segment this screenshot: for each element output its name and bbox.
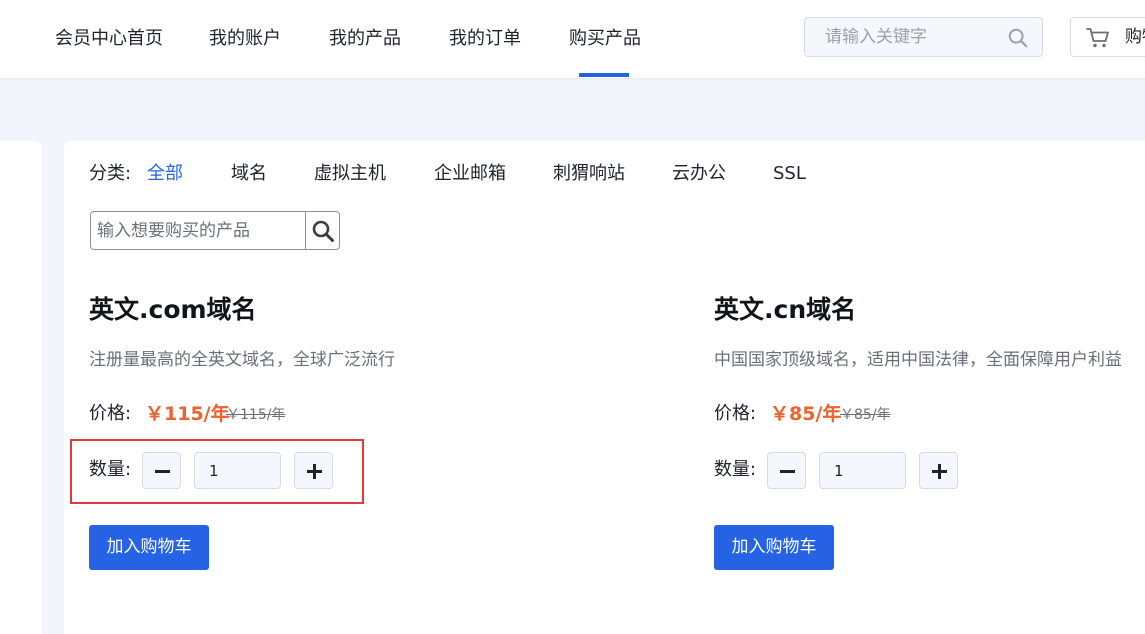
header-search-box xyxy=(804,17,1043,57)
nav-my-orders[interactable]: 我的订单 xyxy=(449,28,521,50)
quantity-decrease-button[interactable] xyxy=(142,452,181,489)
quantity-increase-button[interactable] xyxy=(294,452,333,489)
minus-icon xyxy=(155,470,170,473)
product-card: 英文.com域名 注册量最高的全英文域名，全球广泛流行 价格: ￥115/年 ￥… xyxy=(89,292,549,582)
category-all[interactable]: 全部 xyxy=(147,163,183,185)
minus-icon xyxy=(780,470,795,473)
nav-my-products[interactable]: 我的产品 xyxy=(329,28,401,50)
cart-icon xyxy=(1086,28,1109,48)
quantity-input[interactable] xyxy=(819,452,906,489)
search-divider xyxy=(305,212,306,249)
original-price: ￥85/年 xyxy=(840,407,891,423)
product-price: ￥115/年 xyxy=(145,403,230,425)
category-cloud-office[interactable]: 云办公 xyxy=(672,163,726,185)
category-label: 分类: xyxy=(89,163,132,184)
product-description: 注册量最高的全英文域名，全球广泛流行 xyxy=(89,350,395,370)
cart-button[interactable]: 购物车 xyxy=(1070,17,1145,57)
product-card: 英文.cn域名 中国国家顶级域名，适用中国法律，全面保障用户利益 价格: ￥85… xyxy=(714,292,1145,582)
nav-buy-products[interactable]: 购买产品 xyxy=(569,28,641,50)
category-virtual-host[interactable]: 虚拟主机 xyxy=(314,163,386,185)
quantity-label: 数量: xyxy=(89,459,132,480)
product-name: 英文.cn域名 xyxy=(714,295,857,324)
cart-label: 购物车 xyxy=(1125,27,1145,47)
original-price: ￥115/年 xyxy=(226,407,286,423)
left-sidebar-panel xyxy=(0,141,42,634)
quantity-increase-button[interactable] xyxy=(919,452,958,489)
quantity-label: 数量: xyxy=(714,459,757,480)
quantity-decrease-button[interactable] xyxy=(767,452,806,489)
product-description: 中国国家顶级域名，适用中国法律，全面保障用户利益 xyxy=(714,350,1122,370)
active-nav-indicator xyxy=(579,73,629,77)
category-ssl[interactable]: SSL xyxy=(773,163,806,185)
price-label: 价格: xyxy=(89,403,132,424)
top-nav-bar: 会员中心首页 我的账户 我的产品 我的订单 购买产品 购物车 xyxy=(0,0,1145,78)
price-label: 价格: xyxy=(714,403,757,424)
search-icon[interactable] xyxy=(311,219,335,243)
product-price: ￥85/年 xyxy=(770,403,842,425)
search-icon[interactable] xyxy=(1007,27,1029,49)
product-name: 英文.com域名 xyxy=(89,295,257,324)
add-to-cart-button[interactable]: 加入购物车 xyxy=(714,525,834,570)
add-to-cart-button[interactable]: 加入购物车 xyxy=(89,525,209,570)
nav-member-home[interactable]: 会员中心首页 xyxy=(55,28,163,50)
product-search-input[interactable] xyxy=(91,212,303,249)
quantity-input[interactable] xyxy=(194,452,281,489)
nav-my-account[interactable]: 我的账户 xyxy=(209,28,281,50)
product-search-box xyxy=(90,211,340,250)
category-enterprise-email[interactable]: 企业邮箱 xyxy=(434,163,506,185)
header-search-input[interactable] xyxy=(805,18,1015,56)
category-ciwei-site[interactable]: 刺猬响站 xyxy=(553,163,625,185)
category-domain[interactable]: 域名 xyxy=(231,163,267,185)
